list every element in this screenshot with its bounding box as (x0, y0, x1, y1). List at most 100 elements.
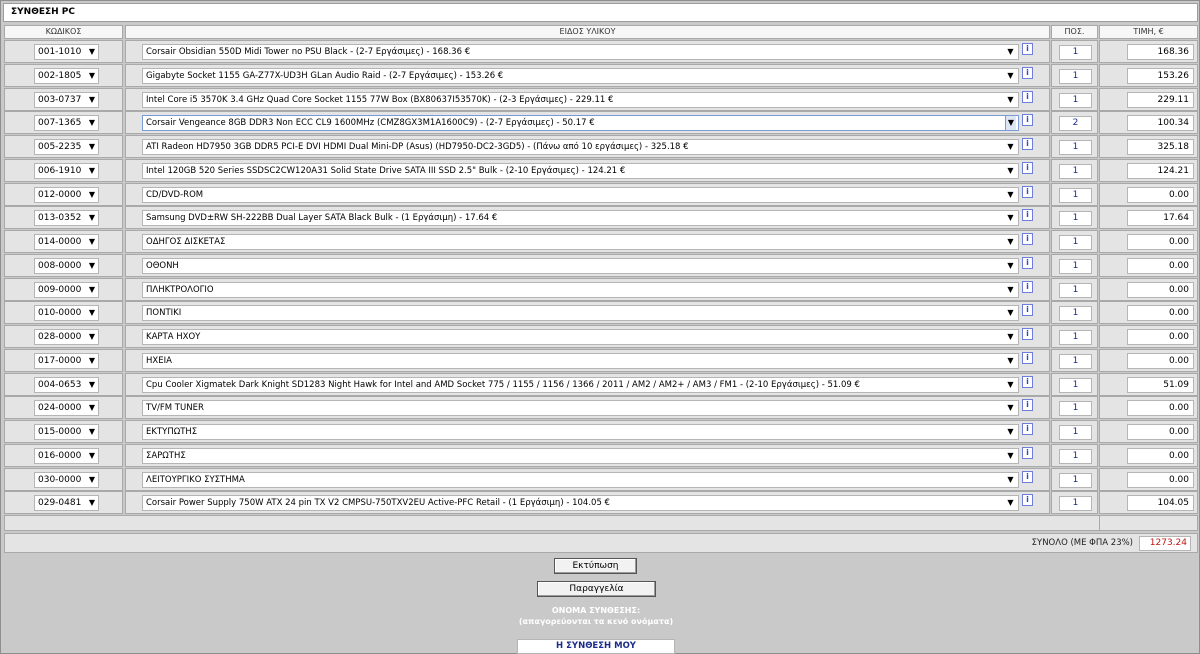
order-button[interactable]: Παραγγελία (537, 581, 656, 597)
chevron-down-icon: ▼ (1005, 258, 1016, 273)
quantity-input[interactable]: 1 (1059, 472, 1092, 488)
item-dropdown[interactable]: ΗΧΕΙΑ ▼ (142, 352, 1019, 369)
info-icon[interactable]: i (1022, 161, 1033, 174)
quantity-input[interactable]: 1 (1059, 211, 1092, 227)
info-icon[interactable]: i (1022, 351, 1033, 364)
quantity-input[interactable]: 1 (1059, 425, 1092, 440)
info-icon[interactable]: i (1022, 185, 1033, 198)
info-icon[interactable]: i (1022, 375, 1033, 388)
quantity-input[interactable]: 1 (1059, 330, 1092, 345)
quantity-input[interactable]: 1 (1059, 68, 1092, 84)
info-icon[interactable]: i (1022, 446, 1033, 459)
chevron-down-icon: ▼ (88, 308, 95, 318)
info-icon[interactable]: i (1022, 209, 1033, 222)
item-dropdown[interactable]: Corsair Vengeance 8GB DDR3 Non ECC CL9 1… (142, 115, 1019, 132)
quantity-input[interactable]: 1 (1059, 401, 1092, 417)
info-icon[interactable]: i (1022, 66, 1033, 79)
quantity-input[interactable]: 1 (1059, 306, 1092, 322)
item-dropdown[interactable]: ΠΛΗΚΤΡΟΛΟΓΙΟ ▼ (142, 281, 1019, 298)
print-button[interactable]: Εκτύπωση (554, 558, 637, 574)
price-value: 0.00 (1127, 471, 1194, 488)
qty-cell: 1 (1051, 158, 1098, 182)
item-dropdown[interactable]: Corsair Obsidian 550D Midi Tower no PSU … (142, 44, 1019, 60)
info-icon[interactable]: i (1022, 90, 1033, 103)
item-dropdown[interactable]: ΠΟΝΤΙΚΙ ▼ (142, 305, 1019, 322)
code-dropdown[interactable]: 006-1910 ▼ (34, 162, 99, 179)
price-cell: 0.00 (1099, 301, 1198, 325)
code-dropdown[interactable]: 007-1365 ▼ (34, 115, 99, 132)
item-dropdown[interactable]: Intel 120GB 520 Series SSDSC2CW120A31 So… (142, 162, 1019, 179)
info-icon[interactable]: i (1022, 328, 1033, 340)
quantity-input[interactable]: 1 (1059, 140, 1092, 155)
table-row: 004-0653 ▼ Cpu Cooler Xigmatek Dark Knight… (1, 372, 1200, 396)
code-dropdown[interactable]: 002-1805 ▼ (34, 67, 99, 84)
code-dropdown[interactable]: 015-0000 ▼ (34, 424, 99, 440)
code-dropdown[interactable]: 028-0000 ▼ (34, 329, 99, 345)
table-row: 030-0000 ▼ ΛΕΙΤΟΥΡΓΙΚΟ ΣΥΣΤΗΜΑ ▼ i 1 0.00 (1, 467, 1200, 491)
item-dropdown[interactable]: ΟΘΟΝΗ ▼ (142, 257, 1019, 274)
qty-cell: 1 (1051, 467, 1098, 491)
item-dropdown[interactable]: TV/FM TUNER ▼ (142, 400, 1019, 417)
info-icon[interactable]: i (1022, 494, 1033, 507)
item-dropdown[interactable]: ΛΕΙΤΟΥΡΓΙΚΟ ΣΥΣΤΗΜΑ ▼ (142, 471, 1019, 488)
quantity-input[interactable]: 1 (1059, 377, 1092, 393)
code-dropdown[interactable]: 004-0653 ▼ (34, 376, 99, 393)
quantity-input[interactable]: 1 (1059, 235, 1092, 250)
code-dropdown[interactable]: 010-0000 ▼ (34, 305, 99, 322)
info-icon[interactable]: i (1022, 399, 1033, 412)
code-dropdown[interactable]: 016-0000 ▼ (34, 447, 99, 464)
info-icon[interactable]: i (1022, 470, 1033, 483)
item-dropdown[interactable]: Samsung DVD±RW SH-222BB Dual Layer SATA … (142, 210, 1019, 227)
info-icon[interactable]: i (1022, 423, 1033, 435)
item-dropdown[interactable]: Intel Core i5 3570K 3.4 GHz Quad Core So… (142, 91, 1019, 108)
item-dropdown[interactable]: Gigabyte Socket 1155 GA-Z77X-UD3H GLan A… (142, 67, 1019, 84)
quantity-input[interactable]: 1 (1059, 92, 1092, 108)
code-dropdown[interactable]: 013-0352 ▼ (34, 210, 99, 227)
code-dropdown[interactable]: 014-0000 ▼ (34, 234, 99, 250)
item-dropdown[interactable]: ATI Radeon HD7950 3GB DDR5 PCI-E DVI HDM… (142, 139, 1019, 155)
item-dropdown[interactable]: ΣΑΡΩΤΗΣ ▼ (142, 447, 1019, 464)
table-row: 003-0737 ▼ Intel Core i5 3570K 3.4 GHz Qua… (1, 87, 1200, 111)
code-dropdown[interactable]: 012-0000 ▼ (34, 186, 99, 203)
config-name-input[interactable]: Η ΣΥΝΘΕΣΗ ΜΟΥ (517, 639, 675, 654)
item-dropdown[interactable]: ΟΔΗΓΟΣ ΔΙΣΚΕΤΑΣ ▼ (142, 234, 1019, 250)
info-icon[interactable]: i (1022, 43, 1033, 55)
price-value: 0.00 (1127, 329, 1194, 345)
total-bar: ΣΥΝΟΛΟ (ΜΕ ΦΠΑ 23%) 1273.24 (4, 533, 1198, 553)
code-dropdown[interactable]: 030-0000 ▼ (34, 471, 99, 488)
quantity-input[interactable]: 2 (1059, 116, 1092, 132)
quantity-input[interactable]: 1 (1059, 282, 1092, 298)
info-icon[interactable]: i (1022, 138, 1033, 150)
item-dropdown[interactable]: Corsair Power Supply 750W ATX 24 pin TX … (142, 495, 1019, 512)
code-value: 013-0352 (38, 213, 82, 224)
info-icon[interactable]: i (1022, 256, 1033, 269)
info-icon[interactable]: i (1022, 114, 1033, 127)
code-dropdown[interactable]: 005-2235 ▼ (34, 139, 99, 155)
item-dropdown[interactable]: CD/DVD-ROM ▼ (142, 186, 1019, 203)
code-dropdown[interactable]: 003-0737 ▼ (34, 91, 99, 108)
quantity-input[interactable]: 1 (1059, 496, 1092, 512)
code-dropdown[interactable]: 008-0000 ▼ (34, 257, 99, 274)
item-dropdown[interactable]: Cpu Cooler Xigmatek Dark Knight SD1283 N… (142, 376, 1019, 393)
code-value: 007-1365 (38, 118, 82, 129)
chevron-down-icon: ▼ (1005, 45, 1016, 59)
info-icon[interactable]: i (1022, 280, 1033, 293)
quantity-input[interactable]: 1 (1059, 163, 1092, 179)
quantity-input[interactable]: 1 (1059, 448, 1092, 464)
code-dropdown[interactable]: 024-0000 ▼ (34, 400, 99, 417)
column-divider (1099, 516, 1100, 530)
quantity-input[interactable]: 1 (1059, 353, 1092, 369)
code-dropdown[interactable]: 017-0000 ▼ (34, 352, 99, 369)
config-name-label: ΟΝΟΜΑ ΣΥΝΘΕΣΗΣ: (551, 606, 641, 615)
code-dropdown[interactable]: 009-0000 ▼ (34, 281, 99, 298)
quantity-input[interactable]: 1 (1059, 187, 1092, 203)
table-row: 015-0000 ▼ ΕΚΤΥΠΩΤΗΣ ▼ i 1 0.00 (1, 420, 1200, 443)
item-dropdown[interactable]: ΚΑΡΤΑ ΗΧΟΥ ▼ (142, 329, 1019, 345)
info-icon[interactable]: i (1022, 233, 1033, 245)
info-icon[interactable]: i (1022, 304, 1033, 317)
quantity-input[interactable]: 1 (1059, 45, 1092, 60)
item-dropdown[interactable]: ΕΚΤΥΠΩΤΗΣ ▼ (142, 424, 1019, 440)
code-dropdown[interactable]: 001-1010 ▼ (34, 44, 99, 60)
code-dropdown[interactable]: 029-0481 ▼ (34, 495, 99, 512)
quantity-input[interactable]: 1 (1059, 258, 1092, 274)
